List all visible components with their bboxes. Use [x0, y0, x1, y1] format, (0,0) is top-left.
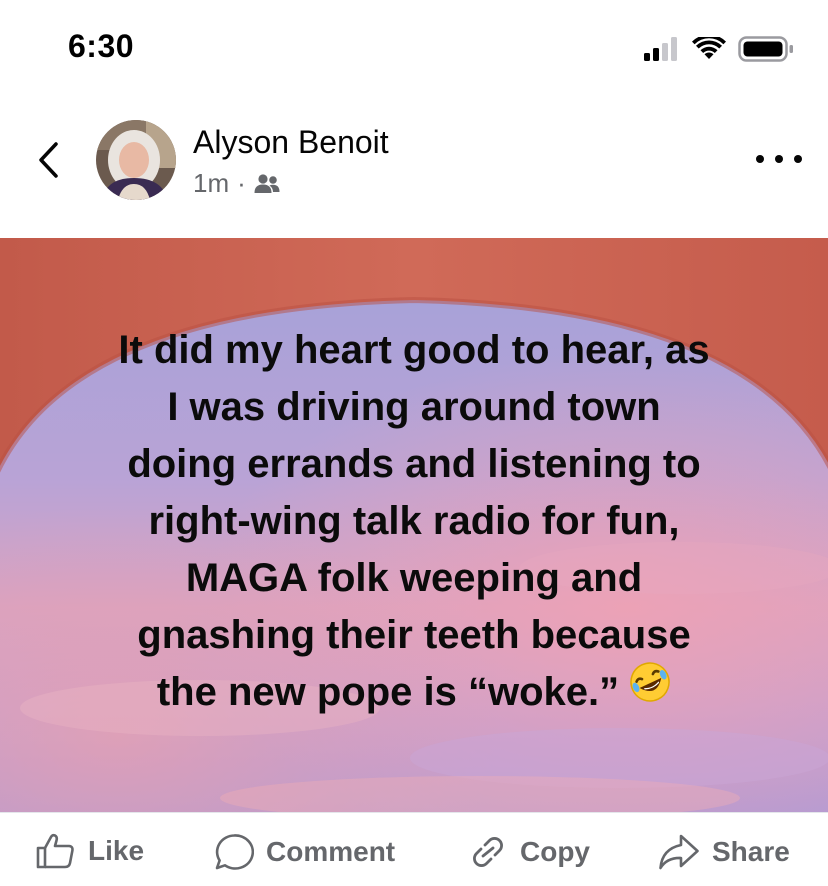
wifi-icon — [692, 37, 726, 59]
status-time: 6:30 — [68, 28, 135, 64]
meta-separator: · — [237, 168, 246, 198]
post-action-bar: Like Comment Copy Share — [0, 812, 828, 886]
post-text-line: MAGA folk weeping and — [185, 556, 643, 600]
comment-label: Comment — [266, 836, 396, 867]
more-dot-icon — [775, 155, 783, 163]
status-icons — [644, 36, 794, 62]
post-text-line: It did my heart good to hear, as — [118, 328, 710, 372]
chevron-left-icon — [39, 142, 58, 178]
comment-button[interactable]: Comment — [214, 833, 395, 871]
rolling-on-floor-laughing-emoji-icon — [629, 661, 671, 719]
post-meta: 1m · — [193, 168, 280, 199]
author-name[interactable]: Alyson Benoit — [193, 124, 389, 161]
thumbs-up-icon — [36, 833, 74, 869]
post-timestamp[interactable]: 1m — [193, 168, 229, 199]
post-screen: 6:30 Alyson Benoit 1m · It did my heart … — [0, 0, 828, 886]
post-text: It did my heart good to hear, as I was d… — [0, 322, 828, 721]
post-text-line: the new pope is “woke.” — [156, 670, 620, 714]
share-label: Share — [712, 836, 790, 867]
post-text-line: doing errands and listening to — [127, 442, 701, 486]
more-options-button[interactable] — [756, 146, 802, 172]
avatar[interactable] — [96, 120, 176, 200]
cellular-signal-icon — [644, 37, 677, 61]
copy-button[interactable]: Copy — [468, 833, 590, 871]
like-label: Like — [88, 835, 145, 866]
copy-label: Copy — [520, 836, 590, 867]
comment-bubble-icon — [215, 834, 254, 870]
more-dot-icon — [794, 155, 802, 163]
post-text-line: gnashing their teeth because — [137, 613, 691, 657]
link-chain-icon — [473, 837, 503, 867]
back-button[interactable] — [28, 138, 68, 182]
like-button[interactable]: Like — [36, 833, 144, 869]
battery-icon — [738, 36, 793, 62]
more-dot-icon — [756, 155, 764, 163]
post-text-line: I was driving around town — [167, 385, 661, 429]
share-button[interactable]: Share — [658, 833, 790, 871]
friends-icon[interactable] — [254, 173, 280, 195]
post-text-last-line: the new pope is “woke.” — [0, 661, 828, 721]
share-arrow-icon — [659, 834, 699, 870]
post-text-line: right-wing talk radio for fun, — [148, 499, 680, 543]
